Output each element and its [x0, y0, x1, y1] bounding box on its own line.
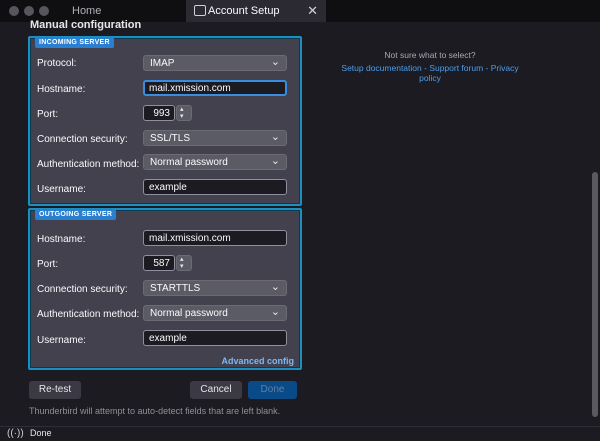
tab-home-label: Home	[72, 5, 102, 17]
protocol-value: IMAP	[150, 58, 175, 69]
connection-security-label: Connection security:	[37, 284, 128, 295]
increment-icon[interactable]: ▴	[180, 256, 184, 263]
authentication-method-label: Authentication method:	[37, 159, 140, 170]
done-button[interactable]: Done	[248, 381, 297, 399]
username-label: Username:	[37, 335, 86, 346]
help-info: Not sure what to select? Setup documenta…	[330, 50, 530, 83]
hostname-label: Hostname:	[37, 234, 86, 245]
chevron-down-icon: ⌄	[270, 306, 280, 318]
chevron-down-icon: ⌄	[270, 155, 280, 167]
incoming-auth-select[interactable]: Normal password ⌄	[143, 154, 287, 170]
incoming-port-value: 993	[153, 108, 170, 119]
tab-account-setup-label: Account Setup	[208, 5, 280, 17]
help-links[interactable]: Setup documentation - Support forum - Pr…	[330, 63, 530, 83]
outgoing-hostname-input[interactable]: mail.xmission.com	[143, 230, 287, 246]
incoming-server-section: INCOMING SERVER Protocol: IMAP ⌄ Hostnam…	[28, 36, 302, 206]
outgoing-security-select[interactable]: STARTTLS ⌄	[143, 280, 287, 296]
username-label: Username:	[37, 184, 86, 195]
close-tab-icon[interactable]: ✕	[307, 3, 318, 19]
authentication-method-label: Authentication method:	[37, 309, 140, 320]
cancel-button[interactable]: Cancel	[190, 381, 242, 399]
status-bar: ((·)) Done	[0, 426, 600, 441]
incoming-security-value: SSL/TLS	[150, 133, 191, 144]
port-label: Port:	[37, 259, 59, 270]
chevron-down-icon: ⌄	[270, 56, 280, 68]
chevron-down-icon: ⌄	[270, 131, 280, 143]
scrollbar[interactable]	[590, 22, 600, 426]
increment-icon[interactable]: ▴	[180, 106, 184, 113]
outgoing-security-value: STARTTLS	[150, 283, 201, 294]
incoming-server-badge: INCOMING SERVER	[35, 37, 114, 48]
decrement-icon[interactable]: ▾	[180, 263, 184, 270]
page-title: Manual configuration	[30, 19, 142, 31]
autodetect-hint: Thunderbird will attempt to auto-detect …	[29, 406, 281, 416]
outgoing-port-stepper[interactable]: ▴ ▾	[176, 255, 192, 271]
help-question: Not sure what to select?	[384, 50, 476, 60]
outgoing-auth-value: Normal password	[150, 308, 228, 319]
outgoing-server-section: OUTGOING SERVER Hostname: mail.xmission.…	[28, 208, 302, 370]
connection-security-label: Connection security:	[37, 134, 128, 145]
incoming-auth-value: Normal password	[150, 157, 228, 168]
outgoing-username-value: example	[149, 333, 187, 344]
close-window-button[interactable]	[9, 6, 19, 16]
decrement-icon[interactable]: ▾	[180, 113, 184, 120]
incoming-port-stepper[interactable]: ▴ ▾	[176, 105, 192, 121]
incoming-username-input[interactable]: example	[143, 179, 287, 195]
incoming-port-input[interactable]: 993	[143, 105, 175, 121]
protocol-label: Protocol:	[37, 58, 77, 69]
outgoing-hostname-value: mail.xmission.com	[149, 233, 231, 244]
status-text: Done	[30, 428, 52, 438]
protocol-select[interactable]: IMAP ⌄	[143, 55, 287, 71]
hostname-label: Hostname:	[37, 84, 86, 95]
outgoing-server-badge: OUTGOING SERVER	[35, 209, 117, 220]
outgoing-auth-select[interactable]: Normal password ⌄	[143, 305, 287, 321]
outgoing-username-input[interactable]: example	[143, 330, 287, 346]
port-label: Port:	[37, 109, 59, 120]
account-setup-icon	[194, 5, 206, 16]
minimize-window-button[interactable]	[24, 6, 34, 16]
outgoing-port-input[interactable]: 587	[143, 255, 175, 271]
incoming-security-select[interactable]: SSL/TLS ⌄	[143, 130, 287, 146]
advanced-config-link[interactable]: Advanced config	[221, 356, 294, 366]
incoming-hostname-input[interactable]: mail.xmission.com	[143, 80, 287, 96]
scrollbar-thumb[interactable]	[592, 172, 598, 417]
incoming-username-value: example	[149, 182, 187, 193]
tab-account-setup[interactable]: Account Setup ✕	[186, 0, 326, 22]
outgoing-port-value: 587	[153, 258, 170, 269]
activity-icon: ((·))	[7, 428, 24, 439]
chevron-down-icon: ⌄	[270, 281, 280, 293]
retest-button[interactable]: Re-test	[29, 381, 81, 399]
incoming-hostname-value: mail.xmission.com	[149, 83, 231, 94]
